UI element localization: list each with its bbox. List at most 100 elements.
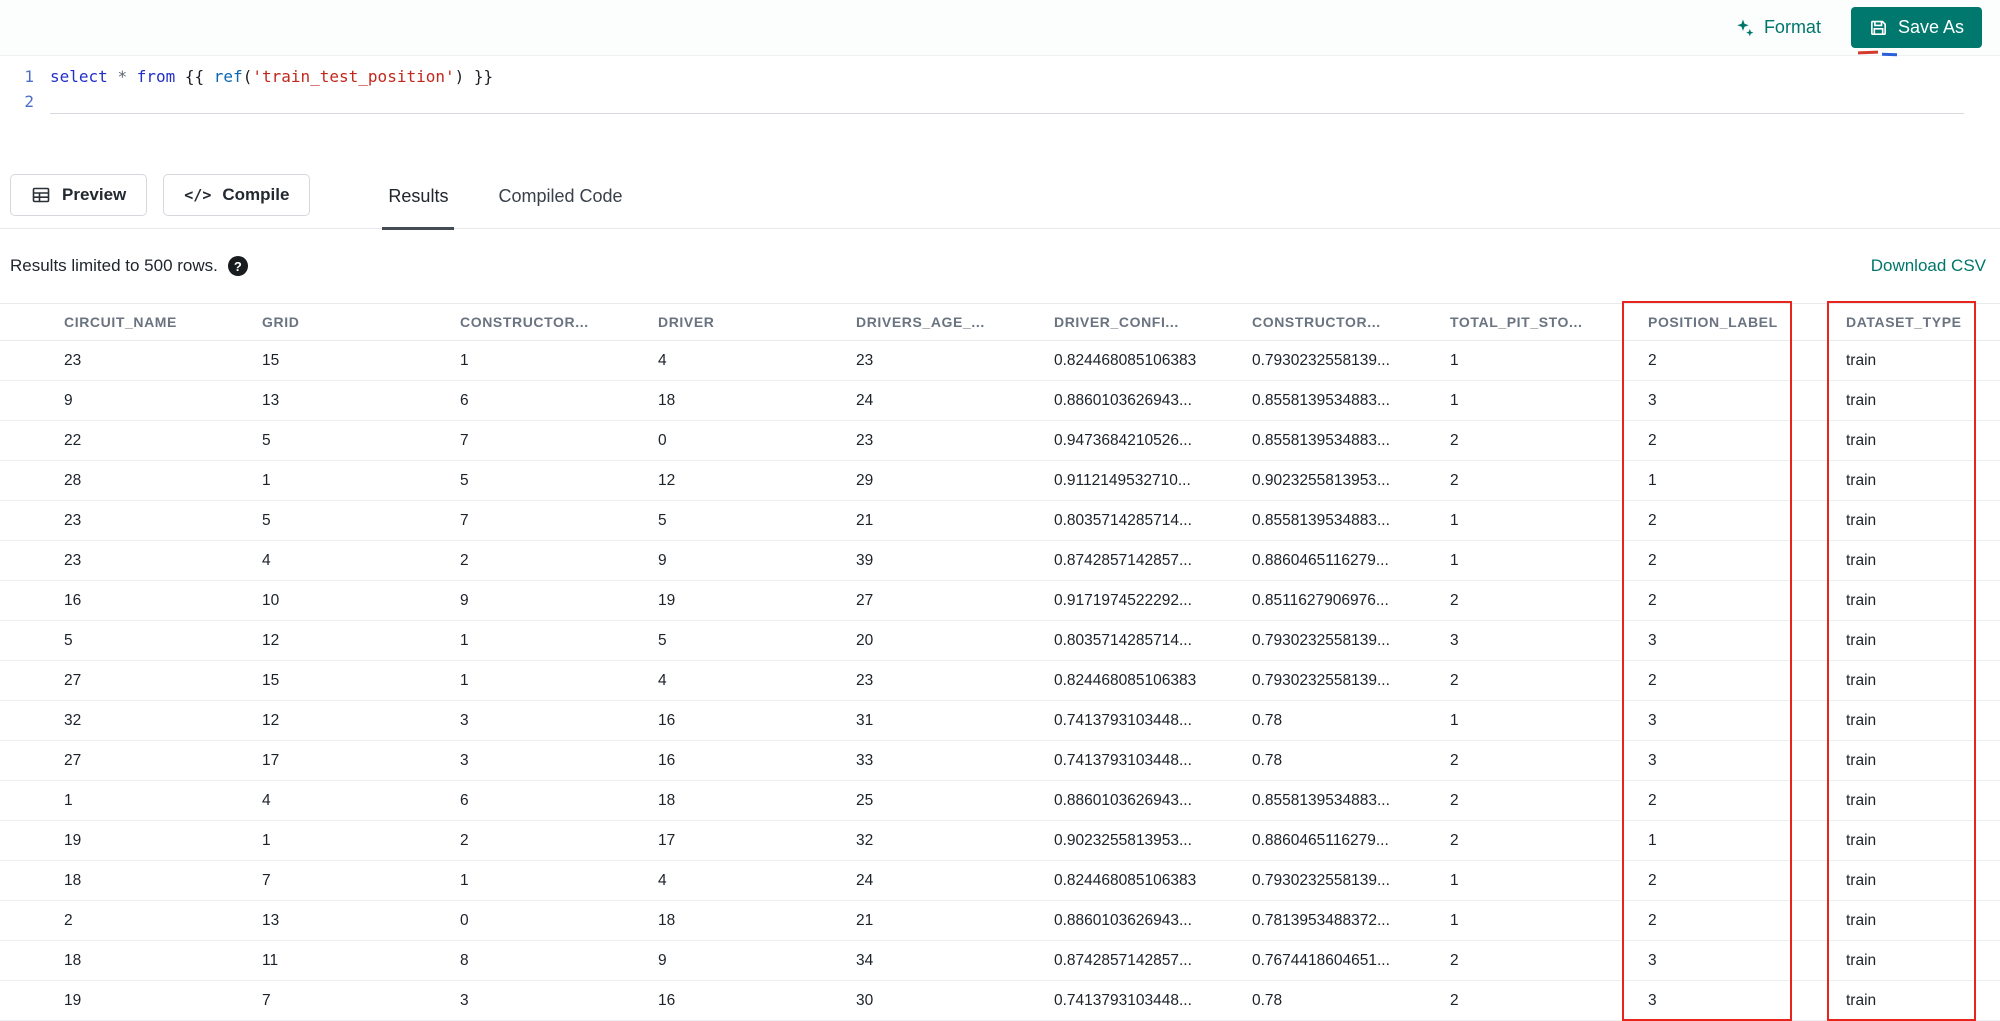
table-cell: 0.78 — [1252, 711, 1283, 729]
code-token: {{ — [175, 67, 214, 86]
question-mark-icon[interactable]: ? — [227, 256, 248, 276]
table-cell: 1 — [64, 791, 73, 809]
format-button[interactable]: Format — [1735, 17, 1821, 38]
table-row[interactable]: 2 13 0 18 21 0.8860103626943... 0.781395348837… — [0, 901, 2000, 941]
preview-button[interactable]: Preview — [10, 174, 148, 216]
table-cell: train — [1846, 471, 1877, 489]
table-cell: 34 — [856, 951, 874, 969]
table-row[interactable]: 23 4 2 9 39 0.8742857142857... 0.8860465116279… — [0, 541, 2000, 581]
table-cell: 18 — [658, 391, 676, 409]
table-cell: 13 — [262, 911, 280, 929]
table-cell: 23 — [64, 511, 82, 529]
column-header[interactable]: DATASET_TYPE — [1846, 314, 1990, 330]
table-row[interactable]: 1 4 6 18 25 0.8860103626943... 0.8558139534883… — [0, 781, 2000, 821]
table-row[interactable]: 16 10 9 19 27 0.9171974522292... 0.85116279069… — [0, 581, 2000, 621]
table-cell: 27 — [64, 671, 82, 689]
table-row[interactable]: 18 7 1 4 24 0.824468085106383 0.7930232558139.… — [0, 861, 2000, 901]
table-cell: 0.7930232558139... — [1252, 871, 1390, 889]
table-cell: 7 — [262, 871, 271, 889]
table-cell: 1 — [1450, 711, 1459, 729]
table-row[interactable]: 27 17 3 16 33 0.7413793103448... 0.78 2 3 train — [0, 741, 2000, 781]
column-header[interactable]: POSITION_LABEL — [1648, 314, 1846, 330]
table-cell: 1 — [1648, 831, 1657, 849]
table-cell: 0.824468085106383 — [1054, 351, 1197, 369]
code-line[interactable]: select * from {{ ref('train_test_positio… — [50, 64, 1964, 89]
table-row[interactable]: 22 5 7 0 23 0.9473684210526... 0.8558139534883… — [0, 421, 2000, 461]
table-cell: 33 — [856, 751, 874, 769]
table-cell: 2 — [1450, 951, 1459, 969]
column-header[interactable]: TOTAL_PIT_STO... — [1450, 314, 1648, 330]
table-row[interactable]: 23 5 7 5 21 0.8035714285714... 0.8558139534883… — [0, 501, 2000, 541]
line-number: 1 — [24, 67, 34, 86]
table-row[interactable]: 18 11 8 9 34 0.8742857142857... 0.767441860465… — [0, 941, 2000, 981]
table-row[interactable]: 9 13 6 18 24 0.8860103626943... 0.855813953488… — [0, 381, 2000, 421]
code-token: }} — [464, 67, 494, 86]
table-cell: 2 — [460, 831, 469, 849]
column-header[interactable]: DRIVER — [658, 314, 856, 330]
table-cell: 23 — [64, 551, 82, 569]
line-number: 2 — [24, 92, 34, 111]
table-cell: 3 — [1450, 631, 1459, 649]
column-header[interactable]: DRIVERS_AGE_... — [856, 314, 1054, 330]
table-cell: 2 — [1648, 551, 1657, 569]
table-cell: 29 — [856, 471, 874, 489]
editor-line[interactable]: 2 — [0, 89, 2000, 114]
tab-compiled-code[interactable]: Compiled Code — [492, 162, 628, 230]
table-cell: 1 — [460, 871, 469, 889]
table-cell: 3 — [460, 711, 469, 729]
table-row[interactable]: 19 1 2 17 32 0.9023255813953... 0.886046511627… — [0, 821, 2000, 861]
table-row[interactable]: 28 1 5 12 29 0.9112149532710... 0.902325581395… — [0, 461, 2000, 501]
save-as-button[interactable]: Save As — [1850, 7, 1982, 48]
table-cell: 10 — [262, 591, 280, 609]
column-header[interactable]: CONSTRUCTOR... — [460, 314, 658, 330]
code-line[interactable] — [50, 89, 1964, 114]
table-cell: 1 — [262, 831, 271, 849]
preview-label: Preview — [62, 185, 127, 204]
tab-results[interactable]: Results — [382, 162, 455, 230]
table-cell: 0.9112149532710... — [1054, 471, 1191, 489]
table-cell: 1 — [1450, 551, 1459, 569]
column-header[interactable]: GRID — [262, 314, 460, 330]
table-body: 23 15 1 4 23 0.824468085106383 0.7930232558139… — [0, 341, 2000, 1021]
table-cell: 0.78 — [1252, 991, 1283, 1009]
download-csv-link[interactable]: Download CSV — [1871, 256, 1986, 276]
table-cell: 15 — [262, 351, 280, 369]
table-cell: 3 — [1648, 751, 1657, 769]
table-cell: train — [1846, 791, 1877, 809]
table-cell: 8 — [460, 951, 469, 969]
table-cell: 2 — [1450, 791, 1459, 809]
table-row[interactable]: 5 12 1 5 20 0.8035714285714... 0.7930232558139… — [0, 621, 2000, 661]
table-cell: 1 — [262, 471, 271, 489]
table-cell: 2 — [1648, 431, 1657, 449]
table-cell: 0.8742857142857... — [1054, 951, 1192, 969]
editor-lines: 1 select * from {{ ref('train_test_positi… — [0, 64, 2000, 114]
table-cell: 0.8860465116279... — [1252, 831, 1389, 849]
table-cell: 3 — [1648, 991, 1657, 1009]
table-cell: 2 — [1450, 831, 1459, 849]
topbar: Format Save As — [0, 0, 2000, 56]
column-header[interactable]: CIRCUIT_NAME — [64, 314, 262, 330]
compile-button[interactable]: </> Compile — [163, 174, 311, 216]
table-cell: train — [1846, 911, 1877, 929]
table-cell: 1 — [1450, 351, 1459, 369]
table-row[interactable]: 23 15 1 4 23 0.824468085106383 0.7930232558139… — [0, 341, 2000, 381]
table-cell: 0.9023255813953... — [1252, 471, 1390, 489]
table-cell: 0.7413793103448... — [1054, 991, 1192, 1009]
table-cell: 0.7930232558139... — [1252, 631, 1390, 649]
code-token: 'train_test_position' — [252, 67, 455, 86]
column-header[interactable]: CONSTRUCTOR... — [1252, 314, 1450, 330]
sql-editor[interactable]: 1 select * from {{ ref('train_test_positi… — [0, 56, 2000, 162]
table-cell: train — [1846, 591, 1877, 609]
table-row[interactable]: 19 7 3 16 30 0.7413793103448... 0.78 2 3 train — [0, 981, 2000, 1021]
table-cell: 1 — [1450, 871, 1459, 889]
column-header[interactable]: DRIVER_CONFI... — [1054, 314, 1252, 330]
floppy-disk-icon — [1869, 18, 1888, 37]
table-cell: 2 — [1450, 991, 1459, 1009]
table-cell: 9 — [460, 591, 469, 609]
table-cell: 0.824468085106383 — [1054, 671, 1197, 689]
table-row[interactable]: 27 15 1 4 23 0.824468085106383 0.7930232558139… — [0, 661, 2000, 701]
table-row[interactable]: 32 12 3 16 31 0.7413793103448... 0.78 1 3 train — [0, 701, 2000, 741]
table-cell: 3 — [1648, 391, 1657, 409]
editor-line[interactable]: 1 select * from {{ ref('train_test_positi… — [0, 64, 2000, 89]
